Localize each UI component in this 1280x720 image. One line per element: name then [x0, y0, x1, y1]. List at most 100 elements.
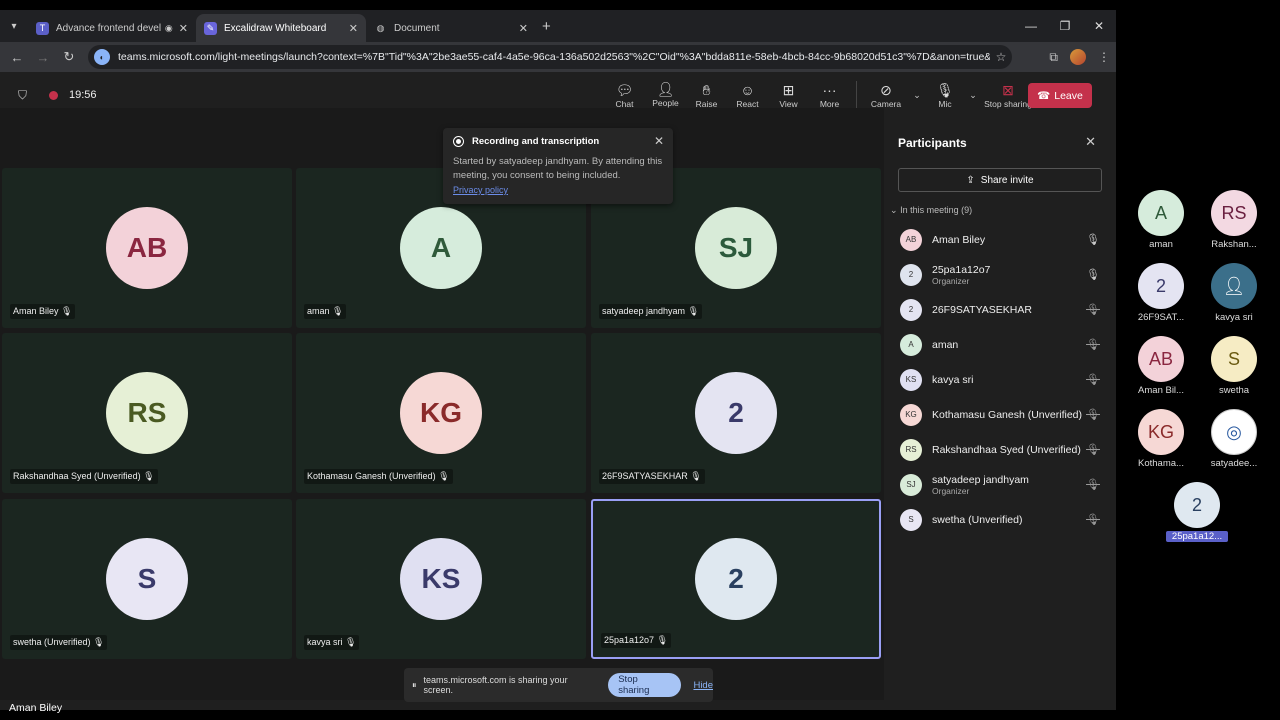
participant-row[interactable]: AB Aman Biley 🎙︎ — [884, 222, 1116, 257]
close-tab-icon[interactable]: ✕ — [179, 22, 188, 35]
avatar: KS — [900, 368, 922, 391]
tile-name: swetha (Unverified) 🎙︎ — [10, 635, 108, 650]
tab-bar: ▾ T Advance frontend develop ◉ ✕ ✎ Excal… — [0, 10, 1116, 42]
participant-row[interactable]: SJ satyadeep jandhyam Organizer 🎙︎ — [884, 467, 1116, 502]
profile-avatar[interactable] — [1070, 49, 1086, 65]
mic-muted-icon: 🎙︎ — [1086, 409, 1100, 421]
participant-row[interactable]: KS kavya sri 🎙︎ — [884, 362, 1116, 397]
close-tab-icon[interactable]: ✕ — [349, 22, 358, 35]
filmstrip-participant[interactable]: Sswetha — [1203, 336, 1265, 396]
hide-button[interactable]: Hide — [693, 680, 713, 691]
filmstrip-label: satyadee... — [1210, 458, 1258, 469]
shield-icon: ⛉ — [18, 87, 28, 102]
extensions-icon[interactable]: ⧉ — [1049, 50, 1058, 65]
participant-row[interactable]: RS Rakshandhaa Syed (Unverified) 🎙︎ — [884, 432, 1116, 467]
stop-sharing-label: Stop sharing — [984, 99, 1032, 109]
tile-name-text: satyadeep jandhyam — [602, 306, 686, 316]
close-panel-icon[interactable]: ✕ — [1085, 134, 1096, 150]
pause-icon[interactable]: ⏸ — [412, 680, 417, 691]
recording-icon: ◉ — [164, 22, 173, 33]
participant-role: Organizer — [932, 485, 970, 496]
window-controls: — ❐ ✕ — [1014, 10, 1116, 42]
filmstrip-participant[interactable]: ◎ satyadee... — [1203, 409, 1265, 469]
share-bar-text: teams.microsoft.com is sharing your scre… — [423, 675, 568, 695]
filmstrip-participant[interactable]: KG Kothama... — [1130, 409, 1192, 469]
tile-name: Aman Biley 🎙︎ — [10, 304, 76, 319]
reload-icon[interactable]: ↻ — [56, 49, 82, 65]
avatar: S — [900, 508, 922, 531]
participant-tile[interactable]: 2 26F9SATYASEKHAR 🎙︎ — [591, 333, 881, 493]
toast-header: Recording and transcription — [453, 136, 663, 147]
participant-tile[interactable]: S swetha (Unverified) 🎙︎ — [2, 499, 292, 659]
video-stage: AB Aman Biley 🎙︎ A aman 🎙︎ SJ satyadeep … — [0, 108, 884, 700]
filmstrip-participant[interactable]: RS Rakshan... — [1203, 190, 1265, 250]
new-tab-button[interactable]: + — [542, 18, 551, 35]
stop-sharing-button[interactable]: ⊠ Stop sharing — [981, 72, 1035, 118]
close-icon[interactable]: ✕ — [654, 134, 664, 148]
privacy-policy-link[interactable]: Privacy policy — [453, 185, 508, 195]
participant-tile[interactable]: KG Kothamasu Ganesh (Unverified) 🎙︎ — [296, 333, 586, 493]
leave-button[interactable]: ☎ Leave — [1028, 83, 1092, 108]
share-invite-label: Share invite — [980, 174, 1034, 186]
mic-muted-icon: 🎙︎ — [93, 637, 105, 647]
tile-name-text: Rakshandhaa Syed (Unverified) — [13, 471, 141, 481]
filmstrip-participant[interactable]: 2 25pa1a12... — [1166, 482, 1228, 542]
filmstrip-participant[interactable]: 2 26F9SAT... — [1130, 263, 1192, 323]
toast-title: Recording and transcription — [472, 136, 600, 147]
mic-muted-icon: 🎙︎ — [687, 306, 700, 316]
share-icon: ⇪ — [966, 174, 975, 186]
mic-muted-icon: 🎙︎ — [345, 637, 357, 647]
participant-info: 25pa1a12o7 Organizer — [932, 264, 990, 286]
record-icon — [453, 136, 464, 147]
filmstrip-participant[interactable]: AB Aman Bil... — [1130, 336, 1192, 396]
participant-row[interactable]: 2 26F9SATYASEKHAR 🎙︎ — [884, 292, 1116, 327]
mic-options-chevron-icon[interactable]: ⌄ — [965, 72, 981, 118]
browser-menu-icon[interactable]: ⋮ — [1098, 50, 1110, 64]
participant-row[interactable]: 2 25pa1a12o7 Organizer 🎙︎ — [884, 257, 1116, 292]
back-icon[interactable]: ← — [4, 50, 30, 65]
tab-excalidraw[interactable]: ✎ Excalidraw Whiteboard ✕ — [196, 14, 366, 42]
bookmark-star-icon[interactable]: ☆ — [990, 50, 1012, 64]
participant-info: kavya sri — [932, 374, 973, 386]
avatar: KG — [400, 372, 482, 454]
tab-search-icon[interactable]: ▾ — [0, 10, 28, 42]
participant-info: aman — [932, 339, 958, 351]
participant-tile[interactable]: AB Aman Biley 🎙︎ — [2, 168, 292, 328]
mic-icon: 🎙︎ — [656, 635, 669, 645]
participant-tile[interactable]: KS kavya sri 🎙︎ — [296, 499, 586, 659]
tile-name: aman 🎙︎ — [304, 304, 347, 319]
close-tab-icon[interactable]: ✕ — [519, 22, 528, 35]
url-text[interactable]: teams.microsoft.com/light-meetings/launc… — [118, 51, 990, 63]
participant-row[interactable]: Sswetha (Unverified) 🎙︎ — [884, 502, 1116, 537]
tab-advance-frontend[interactable]: T Advance frontend develop ◉ ✕ — [28, 14, 196, 42]
url-field[interactable]: ◐ teams.microsoft.com/light-meetings/lau… — [88, 45, 1012, 69]
stop-share-icon: ⊠ — [1002, 82, 1014, 98]
filmstrip-label: 25pa1a12... — [1166, 531, 1228, 542]
filmstrip-label: aman — [1149, 239, 1173, 250]
participant-info: swetha (Unverified) — [932, 514, 1022, 526]
mic-button[interactable]: 🎙︎ Mic — [925, 72, 965, 118]
phone-hangup-icon: ☎ — [1037, 89, 1051, 102]
participant-row[interactable]: Aaman 🎙︎ — [884, 327, 1116, 362]
participant-name: aman — [932, 338, 959, 351]
mic-muted-icon: 🎙︎ — [143, 471, 155, 481]
maximize-icon[interactable]: ❐ — [1048, 10, 1082, 42]
minimize-icon[interactable]: — — [1014, 10, 1048, 42]
participant-row[interactable]: KG Kothamasu Ganesh (Unverified) 🎙︎ — [884, 397, 1116, 432]
participant-tile[interactable]: RS Rakshandhaa Syed (Unverified) 🎙︎ — [2, 333, 292, 493]
participant-tile[interactable]: 2 25pa1a12o7 🎙︎ — [591, 499, 881, 659]
filmstrip-participant[interactable]: Aaman — [1130, 190, 1192, 250]
share-invite-button[interactable]: ⇪ Share invite — [898, 168, 1102, 192]
stop-sharing-bar-button[interactable]: Stop sharing — [608, 673, 682, 697]
participant-name: swetha (Unverified) — [932, 513, 1023, 526]
tab-document[interactable]: ◍ Document ✕ — [366, 14, 536, 42]
close-window-icon[interactable]: ✕ — [1082, 10, 1116, 42]
in-meeting-header[interactable]: ⌄ In this meeting (9) — [890, 205, 1116, 216]
site-info-icon[interactable]: ◐ — [94, 49, 110, 65]
filmstrip-participant[interactable]: 👤︎ kavya sri — [1203, 263, 1265, 323]
camera-options-chevron-icon[interactable]: ⌄ — [909, 72, 925, 118]
forward-icon[interactable]: → — [30, 50, 56, 65]
participant-name: Kothamasu Ganesh (Unverified) — [932, 408, 1082, 421]
participant-info: Aman Biley — [932, 234, 985, 246]
tile-name-text: kavya sri — [307, 637, 343, 647]
